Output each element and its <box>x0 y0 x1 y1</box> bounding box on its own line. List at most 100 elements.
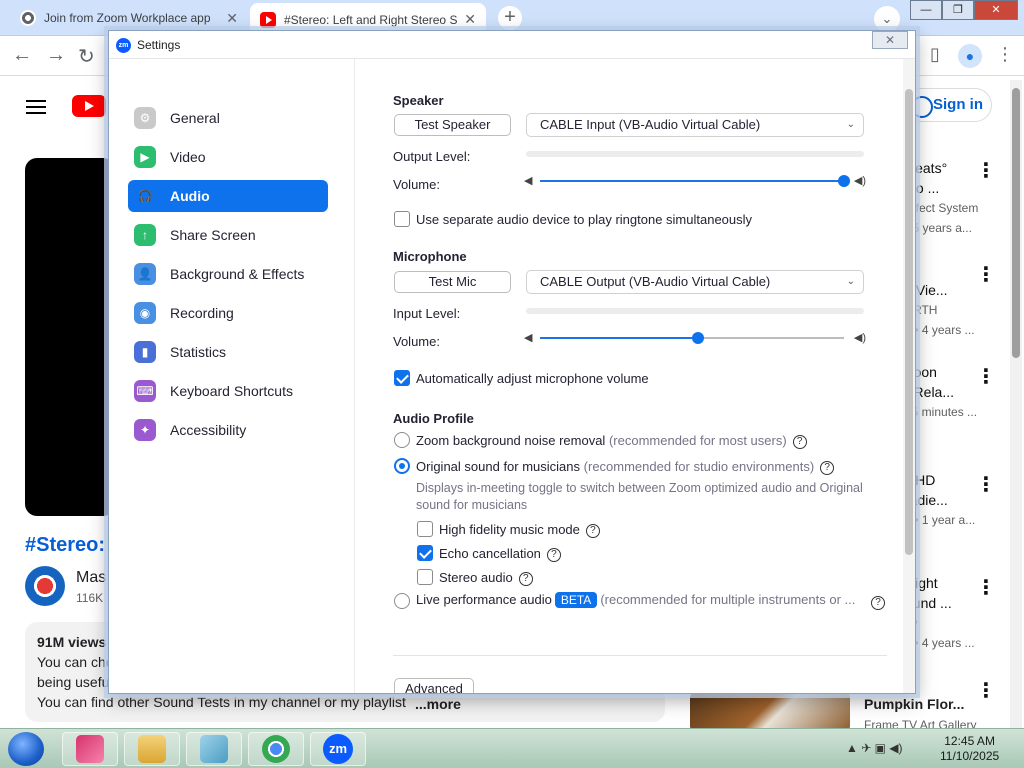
slider-knob[interactable] <box>838 175 850 187</box>
menu-icon[interactable]: ⋮ <box>996 44 1014 65</box>
auto-adjust-mic-label[interactable]: Automatically adjust microphone volume <box>416 371 649 386</box>
sidebar-item-keyboard-shortcuts[interactable]: ⌨ Keyboard Shortcuts <box>128 375 328 407</box>
video-camera-icon: ▶ <box>134 146 156 168</box>
echo-cancellation-checkbox[interactable] <box>417 545 433 561</box>
help-icon[interactable]: ? <box>871 596 885 610</box>
side-panel-icon[interactable]: ▯ <box>930 44 940 65</box>
more-actions-icon[interactable]: ⋮ <box>976 472 996 497</box>
stereo-audio-option[interactable]: Stereo audio? <box>439 570 533 586</box>
related-title: Right <box>905 575 938 591</box>
taskbar-app-3[interactable] <box>186 732 242 766</box>
system-tray[interactable]: ▲ ✈ ▣ ◀) <box>846 741 903 755</box>
related-channel: erfect System <box>905 201 979 215</box>
hamburger-menu-icon[interactable] <box>26 96 46 118</box>
ringtone-checkbox[interactable] <box>394 211 410 227</box>
help-icon[interactable]: ? <box>518 571 533 586</box>
sidebar-item-video[interactable]: ▶ Video <box>128 141 328 173</box>
dialog-titlebar: zm Settings ✕ <box>109 31 915 59</box>
back-icon[interactable]: ← <box>12 44 32 67</box>
start-button[interactable] <box>8 732 44 766</box>
sidebar-item-audio[interactable]: 🎧 Audio <box>128 180 328 212</box>
microphone-device-value: CABLE Output (VB-Audio Virtual Cable) <box>540 274 771 289</box>
sidebar-item-general[interactable]: ⚙ General <box>128 102 328 134</box>
close-window-button[interactable]: ✕ <box>974 0 1018 20</box>
tab-close-icon[interactable]: ✕ <box>226 10 238 27</box>
live-performance-option[interactable]: Live performance audio BETA (recommended f… <box>416 592 855 608</box>
dialog-scrollbar[interactable] <box>903 59 915 693</box>
sidebar-item-background-effects[interactable]: 👤 Background & Effects <box>128 258 328 290</box>
taskbar-app-1[interactable] <box>62 732 118 766</box>
high-fidelity-checkbox[interactable] <box>417 521 433 537</box>
more-actions-icon[interactable]: ⋮ <box>976 678 996 703</box>
live-performance-radio[interactable] <box>394 593 410 609</box>
reload-icon[interactable]: ↻ <box>78 44 95 69</box>
show-more-link[interactable]: ...more <box>411 694 461 714</box>
windows-taskbar: zm ▲ ✈ ▣ ◀) 12:45 AM 11/10/2025 <box>0 728 1024 768</box>
original-sound-radio[interactable] <box>394 458 410 474</box>
more-actions-icon[interactable]: ⋮ <box>976 158 996 183</box>
minimize-button[interactable]: — <box>910 0 942 20</box>
youtube-logo[interactable] <box>72 95 106 117</box>
sidebar-item-label: Statistics <box>170 344 227 360</box>
maximize-button[interactable]: ❐ <box>942 0 974 20</box>
tab-search-button[interactable]: ⌄ <box>874 6 900 32</box>
related-video[interactable]: s c Vie... ARTH s • 4 years ... <box>905 260 1015 340</box>
auto-adjust-mic-checkbox[interactable] <box>394 370 410 386</box>
taskbar-explorer[interactable] <box>124 732 180 766</box>
channel-avatar[interactable] <box>25 566 65 606</box>
speaker-volume-slider[interactable]: ◀ ◀) <box>524 173 866 189</box>
related-video[interactable]: Right ound ... dy s • 4 years ... <box>905 573 1015 653</box>
forward-icon[interactable]: → <box>46 44 66 67</box>
scrollbar-thumb[interactable] <box>905 89 913 555</box>
sidebar-item-accessibility[interactable]: ✦ Accessibility <box>128 414 328 446</box>
advanced-button[interactable]: Advanced <box>394 678 474 693</box>
slider-track <box>540 337 699 339</box>
test-speaker-button[interactable]: Test Speaker <box>394 114 511 136</box>
test-mic-button[interactable]: Test Mic <box>394 271 511 293</box>
dialog-close-button[interactable]: ✕ <box>872 31 908 49</box>
tab-zoom-join[interactable]: Join from Zoom Workplace app ✕ <box>10 3 248 33</box>
microphone-device-select[interactable]: CABLE Output (VB-Audio Virtual Cable) ⌄ <box>526 270 864 294</box>
new-tab-button[interactable]: + <box>498 6 522 30</box>
taskbar-chrome[interactable] <box>248 732 304 766</box>
tab-close-icon[interactable]: ✕ <box>464 11 476 28</box>
help-icon[interactable]: ? <box>585 523 600 538</box>
high-fidelity-option[interactable]: High fidelity music mode? <box>439 522 600 538</box>
profile-avatar-icon[interactable]: ● <box>958 44 982 68</box>
ringtone-checkbox-label[interactable]: Use separate audio device to play ringto… <box>416 212 752 227</box>
related-video[interactable]: rtoon r Rela... 35 minutes ... <box>905 362 1015 422</box>
output-level-meter <box>526 151 864 157</box>
related-title[interactable]: Pumpkin Flor... <box>864 696 964 712</box>
related-video[interactable]: UHD radie... s • 1 year a... <box>905 470 1015 530</box>
gear-icon: ⚙ <box>134 107 156 129</box>
original-sound-option[interactable]: Original sound for musicians (recommende… <box>416 459 835 475</box>
person-background-icon: 👤 <box>134 263 156 285</box>
speaker-device-select[interactable]: CABLE Input (VB-Audio Virtual Cable) ⌄ <box>526 113 864 137</box>
help-icon[interactable]: ? <box>546 547 561 562</box>
channel-subscribers: 116K <box>76 591 104 605</box>
more-actions-icon[interactable]: ⋮ <box>976 364 996 389</box>
taskbar-zoom[interactable]: zm <box>310 732 366 766</box>
share-screen-icon: ↑ <box>134 224 156 246</box>
page-scrollbar[interactable] <box>1010 80 1022 728</box>
taskbar-clock[interactable]: 12:45 AM 11/10/2025 <box>940 734 999 764</box>
input-level-label: Input Level: <box>393 306 461 321</box>
video-player[interactable] <box>25 158 115 516</box>
related-video[interactable]: weats° dio ... erfect System • 5 years a… <box>905 158 1015 238</box>
option-label: Original sound for musicians <box>416 459 581 474</box>
microphone-volume-slider[interactable]: ◀ ◀) <box>524 330 866 346</box>
echo-cancellation-option[interactable]: Echo cancellation? <box>439 546 561 562</box>
more-actions-icon[interactable]: ⋮ <box>976 262 996 287</box>
noise-removal-radio[interactable] <box>394 432 410 448</box>
sidebar-item-share-screen[interactable]: ↑ Share Screen <box>128 219 328 251</box>
help-icon[interactable]: ? <box>792 434 807 449</box>
help-icon[interactable]: ? <box>820 460 835 475</box>
related-thumbnail[interactable] <box>690 692 850 732</box>
slider-knob[interactable] <box>692 332 705 344</box>
stereo-audio-checkbox[interactable] <box>417 569 433 585</box>
sidebar-item-recording[interactable]: ◉ Recording <box>128 297 328 329</box>
channel-name[interactable]: Mas <box>76 569 106 587</box>
more-actions-icon[interactable]: ⋮ <box>976 575 996 600</box>
sidebar-item-statistics[interactable]: ▮ Statistics <box>128 336 328 368</box>
noise-removal-option[interactable]: Zoom background noise removal (recommend… <box>416 433 807 449</box>
